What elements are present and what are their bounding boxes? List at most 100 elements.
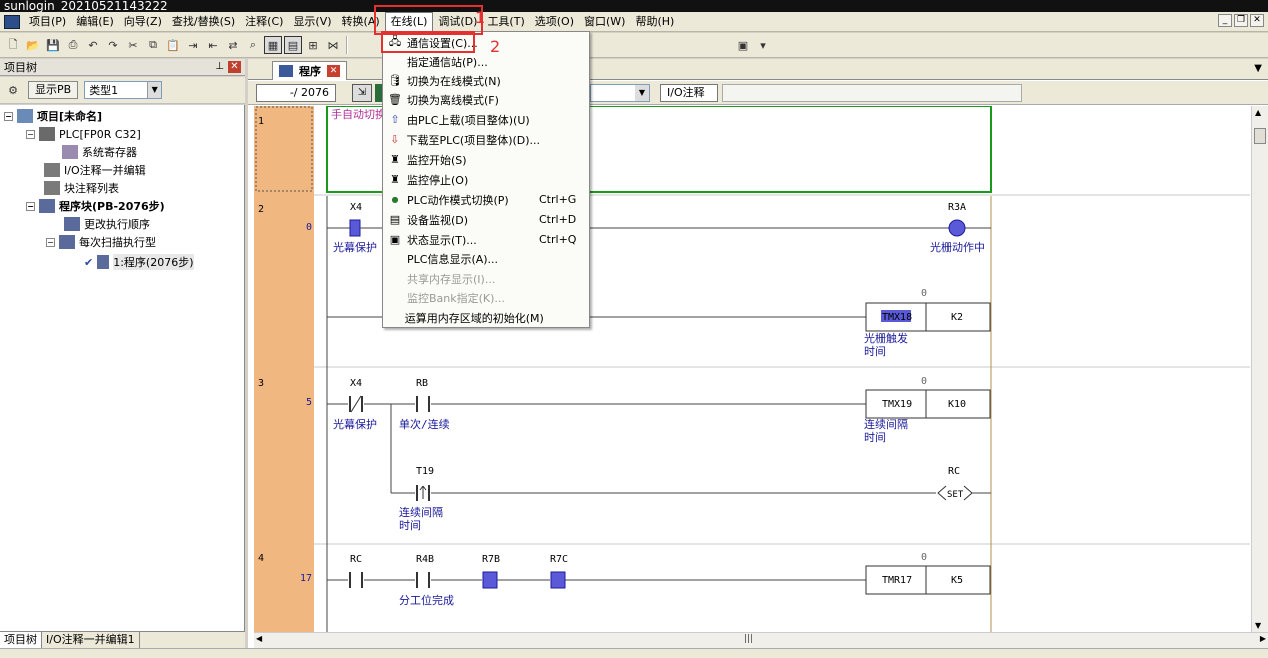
new-file-icon[interactable]: 🗋	[4, 36, 22, 54]
menu-view[interactable]: 显示(V)	[288, 13, 336, 31]
timer-value: 0	[921, 376, 927, 387]
restore-icon[interactable]: ❐	[1234, 14, 1248, 27]
collapse-icon[interactable]: −	[4, 111, 13, 121]
annotation-number-1: 1	[475, 8, 486, 27]
menu-item-status-display[interactable]: ▣ 状态显示(T)... Ctrl+Q	[383, 230, 589, 249]
menu-item-label: 切换为在线模式(N)	[407, 74, 501, 88]
menu-edit[interactable]: 编辑(E)	[71, 13, 119, 31]
delete-row-icon[interactable]: ⇤	[204, 36, 222, 54]
menu-item-offline-mode[interactable]: 🗑 切换为离线模式(F)	[383, 90, 589, 109]
tab-io-comment-edit[interactable]: I/O注释一并编辑1	[42, 632, 140, 648]
undo-icon[interactable]: ↶	[84, 36, 102, 54]
collapse-icon[interactable]: −	[46, 237, 55, 247]
tree-item-program-block[interactable]: − 程序块(PB-2076步)	[26, 197, 165, 215]
dropdown-arrow-icon[interactable]: ▾	[754, 36, 772, 54]
app-icon[interactable]	[4, 14, 20, 29]
tree-item-program-1[interactable]: ✔ 1:程序(2076步)	[84, 253, 194, 271]
panel-close-icon[interactable]: ✕	[228, 61, 241, 73]
menu-item-label: PLC动作模式切换(P)	[407, 193, 509, 207]
menu-item-online-mode[interactable]: 🛢 切换为在线模式(N)	[383, 71, 589, 90]
menu-window[interactable]: 窗口(W)	[579, 13, 630, 31]
type-select[interactable]: 类型1 ▼	[84, 81, 163, 99]
copy-icon[interactable]: ⧉	[144, 36, 162, 54]
display-icon[interactable]: ▣	[734, 36, 752, 54]
menu-item-download[interactable]: ⇩ 下载至PLC(项目整体)(D)...	[383, 130, 589, 149]
contact-r7b[interactable]	[482, 571, 498, 589]
menu-project[interactable]: 项目(P)	[24, 13, 71, 31]
tree-item-block-comment[interactable]: 块注释列表	[44, 179, 119, 197]
show-pb-button[interactable]: 显示PB	[28, 81, 79, 99]
display-select[interactable]: ▼	[590, 84, 650, 102]
tree-item-project[interactable]: − 项目[未命名]	[4, 107, 102, 125]
tree-tool-icon[interactable]: ⚙	[4, 81, 22, 99]
menu-item-init-memory[interactable]: 运算用内存区域的初始化(M)	[383, 308, 589, 327]
menu-options[interactable]: 选项(O)	[530, 13, 579, 31]
contact-r7c[interactable]	[550, 571, 566, 589]
tree-item-system-register[interactable]: 系统寄存器	[62, 143, 137, 161]
scroll-thumb[interactable]	[1254, 128, 1266, 144]
menu-wizard[interactable]: 向导(Z)	[119, 13, 167, 31]
tab-program[interactable]: 程序 ✕	[272, 61, 347, 80]
online-menu: 🖧 通信设置(C)... 指定通信站(P)... 🛢 切换为在线模式(N) 🗑 …	[382, 31, 590, 328]
tree-item-plc[interactable]: − PLC[FP0R C32]	[26, 125, 141, 143]
collapse-icon[interactable]: −	[26, 201, 35, 211]
cut-icon[interactable]: ✂	[124, 36, 142, 54]
pin-icon[interactable]: ⊥	[215, 61, 224, 73]
insert-row-icon[interactable]: ⇥	[184, 36, 202, 54]
tree-item-io-comment[interactable]: I/O注释一并编辑	[44, 161, 146, 179]
vertical-scrollbar[interactable]: ▲ ▼	[1251, 106, 1268, 632]
menu-item-upload[interactable]: ⇧ 由PLC上载(项目整体)(U)	[383, 110, 589, 129]
tree-item-exec-order[interactable]: 更改执行顺序	[64, 215, 150, 233]
menu-item-device-monitor[interactable]: ▤ 设备监视(D) Ctrl+D	[383, 210, 589, 229]
network-icon[interactable]: ⋈	[324, 36, 342, 54]
menu-item-plc-mode-switch[interactable]: ● PLC动作模式切换(P) Ctrl+G	[383, 190, 589, 209]
open-folder-icon[interactable]: 📂	[24, 36, 42, 54]
collapse-icon[interactable]: −	[26, 129, 35, 139]
contact-x4[interactable]	[349, 219, 361, 237]
tree-item-scan-type[interactable]: − 每次扫描执行型	[46, 233, 156, 251]
jump-icon[interactable]: ⇲	[352, 84, 372, 102]
paste-icon[interactable]: 📋	[164, 36, 182, 54]
menu-item-monitor-start[interactable]: ♜ 监控开始(S)	[383, 150, 589, 169]
monitor-icon[interactable]: ⊞	[304, 36, 322, 54]
scroll-right-icon[interactable]: ▶	[1260, 634, 1266, 643]
horizontal-scrollbar[interactable]: ◀ ||| ▶	[254, 632, 1268, 648]
ladder-view-icon[interactable]: ▦	[264, 36, 282, 54]
minimize-icon[interactable]: _	[1218, 14, 1232, 27]
tmx19-label: TMX19	[882, 399, 912, 410]
tmx18-comment: 时间	[864, 345, 886, 358]
find-icon[interactable]: ⌕	[244, 36, 262, 54]
menu-help[interactable]: 帮助(H)	[630, 13, 679, 31]
replace-icon[interactable]: ⇄	[224, 36, 242, 54]
project-tree-title: 项目树	[4, 61, 37, 74]
menu-item-specify-station[interactable]: 指定通信站(P)...	[383, 52, 589, 71]
save-icon[interactable]: 💾	[44, 36, 62, 54]
menu-tools[interactable]: 工具(T)	[482, 13, 529, 31]
menu-find-replace[interactable]: 查找/替换(S)	[167, 13, 240, 31]
scroll-up-icon[interactable]: ▲	[1255, 108, 1261, 117]
menu-item-monitor-stop[interactable]: ♜ 监控停止(O)	[383, 170, 589, 189]
tab-close-icon[interactable]: ✕	[327, 65, 340, 77]
rc-label: RC	[350, 554, 362, 565]
list-view-icon[interactable]: ▤	[284, 36, 302, 54]
tmx19-comment: 时间	[864, 431, 886, 444]
chevron-down-icon[interactable]: ▼	[635, 85, 649, 101]
step-field[interactable]: -/ 2076	[256, 84, 336, 102]
tab-project-tree[interactable]: 项目树	[0, 632, 42, 648]
r3a-comment: 光栅动作中	[930, 240, 985, 254]
io-comment-button[interactable]: I/O注释	[660, 84, 718, 102]
close-icon[interactable]: ✕	[1250, 14, 1264, 27]
scroll-grip-icon[interactable]: |||	[744, 634, 753, 644]
redo-icon[interactable]: ↷	[104, 36, 122, 54]
coil-r3a[interactable]	[948, 219, 966, 237]
scroll-down-icon[interactable]: ▼	[1255, 621, 1261, 630]
io-comment-field[interactable]	[722, 84, 1022, 102]
print-icon[interactable]: ⎙	[64, 36, 82, 54]
menu-comment[interactable]: 注释(C)	[240, 13, 288, 31]
tab-list-dropdown-icon[interactable]: ▼	[1254, 63, 1262, 74]
menu-item-plc-info[interactable]: PLC信息显示(A)...	[383, 249, 589, 268]
chevron-down-icon[interactable]: ▼	[147, 82, 162, 98]
tmx18-comment: 光栅触发	[864, 331, 908, 345]
menu-item-shortcut: Ctrl+Q	[539, 233, 577, 246]
scroll-left-icon[interactable]: ◀	[256, 634, 262, 643]
